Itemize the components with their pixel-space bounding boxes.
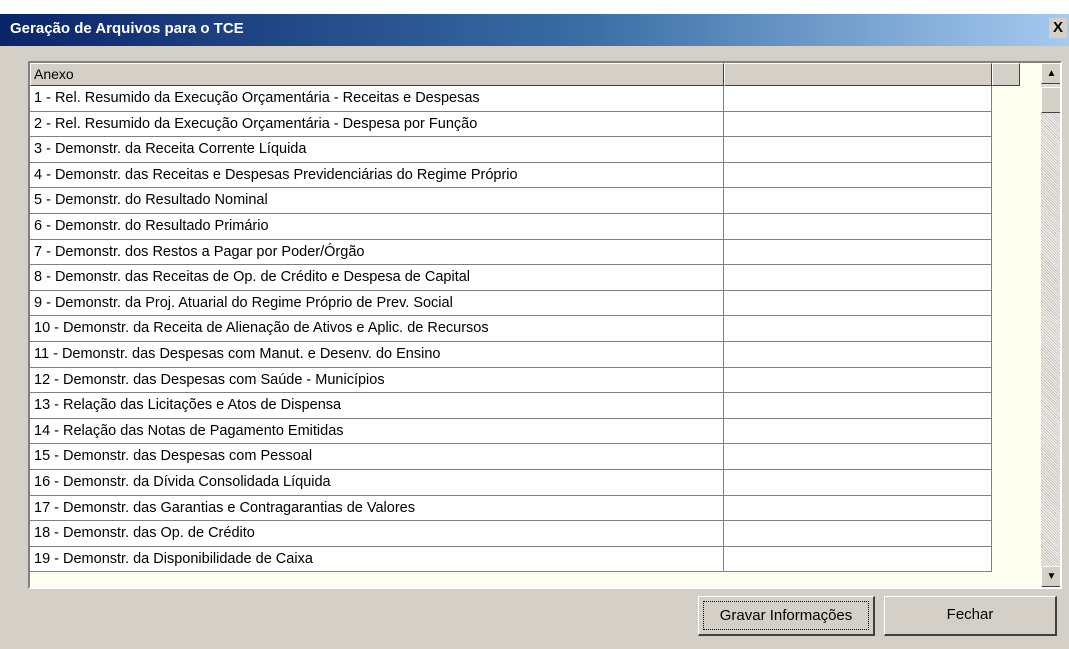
table-row[interactable]: 2 - Rel. Resumido da Execução Orçamentár…	[30, 111, 992, 138]
column-header-blank[interactable]	[724, 63, 992, 86]
annex-name-cell[interactable]: 13 - Relação das Licitações e Atos de Di…	[30, 393, 724, 419]
table-row[interactable]: 1 - Rel. Resumido da Execução Orçamentár…	[30, 86, 992, 112]
table-row[interactable]: 18 - Demonstr. das Op. de Crédito	[30, 521, 992, 547]
annex-name-cell[interactable]: 7 - Demonstr. dos Restos a Pagar por Pod…	[30, 239, 724, 266]
annex-value-cell[interactable]	[724, 239, 992, 266]
scroll-down-button[interactable]: ▼	[1041, 566, 1060, 587]
annex-name-cell[interactable]: 14 - Relação das Notas de Pagamento Emit…	[30, 418, 724, 445]
table-row[interactable]: 15 - Demonstr. das Despesas com Pessoal	[30, 444, 992, 470]
annex-name-cell[interactable]: 5 - Demonstr. do Resultado Nominal	[30, 188, 724, 214]
table-row[interactable]: 9 - Demonstr. da Proj. Atuarial do Regim…	[30, 290, 992, 317]
annex-name-cell[interactable]: 8 - Demonstr. das Receitas de Op. de Cré…	[30, 265, 724, 291]
annex-value-cell[interactable]	[724, 495, 992, 522]
annex-value-cell[interactable]	[724, 213, 992, 240]
table-row[interactable]: 3 - Demonstr. da Receita Corrente Líquid…	[30, 137, 992, 163]
table-row[interactable]: 17 - Demonstr. das Garantias e Contragar…	[30, 495, 992, 522]
annex-name-cell[interactable]: 6 - Demonstr. do Resultado Primário	[30, 213, 724, 240]
dialog-window: Geração de Arquivos para o TCE X Anexo 1…	[0, 14, 1069, 649]
column-header-anexo[interactable]: Anexo	[30, 63, 724, 86]
annex-value-cell[interactable]	[724, 418, 992, 445]
annex-name-cell[interactable]: 12 - Demonstr. das Despesas com Saúde - …	[30, 367, 724, 394]
annex-value-cell[interactable]	[724, 111, 992, 138]
scroll-down-arrow-icon: ▼	[1046, 571, 1057, 582]
annex-name-cell[interactable]: 18 - Demonstr. das Op. de Crédito	[30, 521, 724, 547]
annex-value-cell[interactable]	[724, 444, 992, 470]
column-header-filler	[992, 63, 1020, 86]
annex-value-cell[interactable]	[724, 290, 992, 317]
annex-value-cell[interactable]	[724, 341, 992, 368]
close-window-button[interactable]: X	[1049, 18, 1067, 38]
annex-name-cell[interactable]: 11 - Demonstr. das Despesas com Manut. e…	[30, 341, 724, 368]
window-title: Geração de Arquivos para o TCE	[10, 20, 244, 37]
table-row[interactable]: 6 - Demonstr. do Resultado Primário	[30, 213, 992, 240]
annex-name-cell[interactable]: 19 - Demonstr. da Disponibilidade de Cai…	[30, 546, 724, 573]
table-row[interactable]: 10 - Demonstr. da Receita de Alienação d…	[30, 316, 992, 342]
table-row[interactable]: 4 - Demonstr. das Receitas e Despesas Pr…	[30, 162, 992, 189]
annex-name-cell[interactable]: 17 - Demonstr. das Garantias e Contragar…	[30, 495, 724, 522]
table-row[interactable]: 7 - Demonstr. dos Restos a Pagar por Pod…	[30, 239, 992, 266]
annex-name-cell[interactable]: 15 - Demonstr. das Despesas com Pessoal	[30, 444, 724, 470]
save-info-button-label: Gravar Informações	[703, 601, 869, 630]
scroll-up-arrow-icon: ▲	[1046, 68, 1057, 79]
scroll-thumb[interactable]	[1041, 87, 1060, 113]
table-row[interactable]: 16 - Demonstr. da Dívida Consolidada Líq…	[30, 469, 992, 496]
grid-rows: 1 - Rel. Resumido da Execução Orçamentár…	[30, 86, 992, 573]
annex-name-cell[interactable]: 10 - Demonstr. da Receita de Alienação d…	[30, 316, 724, 342]
annex-value-cell[interactable]	[724, 367, 992, 394]
annex-value-cell[interactable]	[724, 86, 992, 112]
annex-value-cell[interactable]	[724, 546, 992, 573]
annex-value-cell[interactable]	[724, 316, 992, 342]
table-row[interactable]: 14 - Relação das Notas de Pagamento Emit…	[30, 418, 992, 445]
table-row[interactable]: 12 - Demonstr. das Despesas com Saúde - …	[30, 367, 992, 394]
table-row[interactable]: 5 - Demonstr. do Resultado Nominal	[30, 188, 992, 214]
annex-value-cell[interactable]	[724, 469, 992, 496]
table-row[interactable]: 11 - Demonstr. das Despesas com Manut. e…	[30, 341, 992, 368]
close-button[interactable]: Fechar	[884, 596, 1057, 636]
annex-name-cell[interactable]: 4 - Demonstr. das Receitas e Despesas Pr…	[30, 162, 724, 189]
annex-name-cell[interactable]: 16 - Demonstr. da Dívida Consolidada Líq…	[30, 469, 724, 496]
annex-value-cell[interactable]	[724, 188, 992, 214]
annex-name-cell[interactable]: 2 - Rel. Resumido da Execução Orçamentár…	[30, 111, 724, 138]
annex-name-cell[interactable]: 1 - Rel. Resumido da Execução Orçamentár…	[30, 86, 724, 112]
annex-value-cell[interactable]	[724, 137, 992, 163]
annex-value-cell[interactable]	[724, 521, 992, 547]
table-row[interactable]: 19 - Demonstr. da Disponibilidade de Cai…	[30, 546, 992, 573]
table-row[interactable]: 13 - Relação das Licitações e Atos de Di…	[30, 393, 992, 419]
title-bar[interactable]: Geração de Arquivos para o TCE X	[0, 14, 1069, 46]
annex-value-cell[interactable]	[724, 265, 992, 291]
annex-name-cell[interactable]: 3 - Demonstr. da Receita Corrente Líquid…	[30, 137, 724, 163]
save-info-button[interactable]: Gravar Informações	[698, 596, 875, 636]
table-row[interactable]: 8 - Demonstr. das Receitas de Op. de Cré…	[30, 265, 992, 291]
vertical-scrollbar[interactable]: ▲ ▼	[1041, 63, 1060, 587]
annex-value-cell[interactable]	[724, 393, 992, 419]
scroll-up-button[interactable]: ▲	[1041, 63, 1060, 84]
annex-grid: Anexo 1 - Rel. Resumido da Execução Orça…	[28, 61, 1062, 589]
annex-value-cell[interactable]	[724, 162, 992, 189]
grid-header: Anexo	[30, 63, 1020, 86]
annex-name-cell[interactable]: 9 - Demonstr. da Proj. Atuarial do Regim…	[30, 290, 724, 317]
